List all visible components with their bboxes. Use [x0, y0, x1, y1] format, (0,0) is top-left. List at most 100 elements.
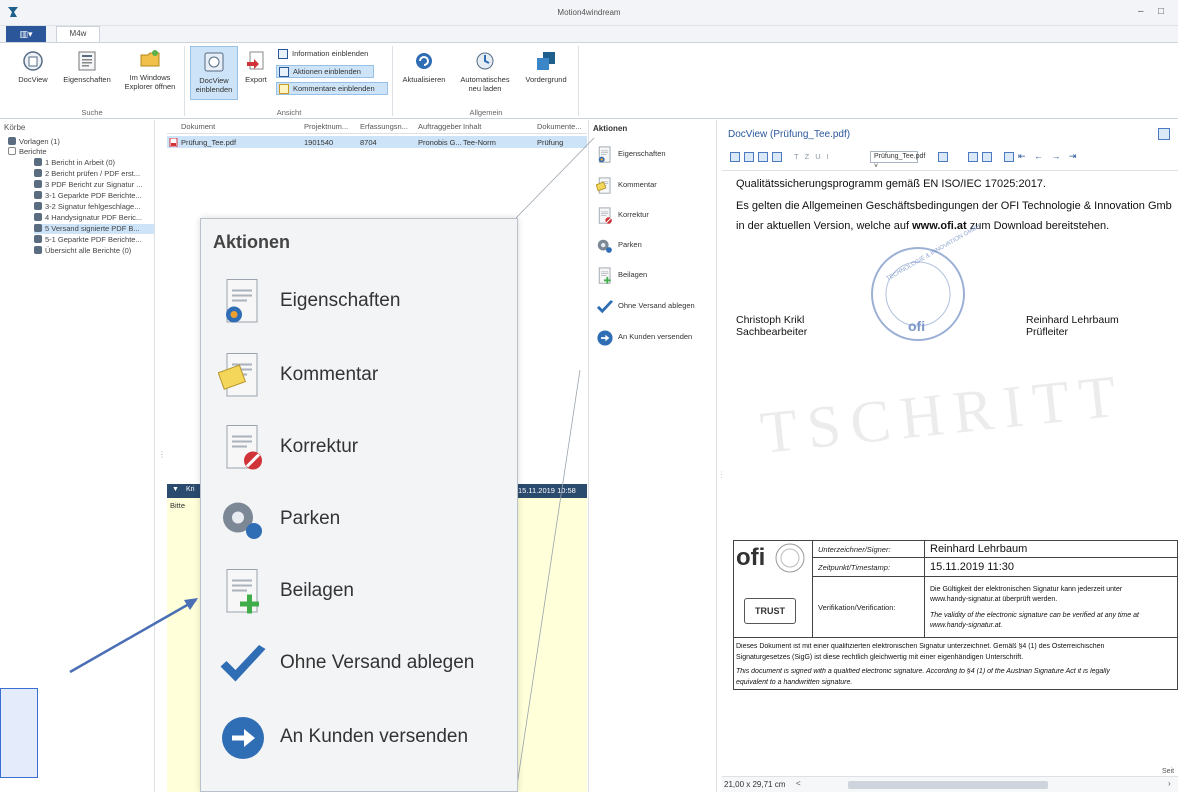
aktion-label: An Kunden versenden	[618, 332, 693, 341]
toolbar-save-button[interactable]	[772, 152, 782, 162]
toolbar-layout2-button[interactable]	[982, 152, 992, 162]
toolbar-text-buttons[interactable]: TZUI	[794, 152, 835, 161]
aktion-beilagen[interactable]: Beilagen	[596, 265, 647, 285]
comment-timestamp: 15.11.2019 10:58	[518, 486, 576, 495]
information-einblenden-label: Information einblenden	[292, 49, 369, 58]
folder-icon	[8, 147, 16, 155]
toolbar-print-button[interactable]	[730, 152, 740, 162]
column-header-projektnummer[interactable]: Projektnum...	[304, 122, 348, 131]
docview-pin-button[interactable]	[1158, 128, 1170, 140]
docview-button[interactable]: DocView	[16, 50, 50, 84]
korbe-item[interactable]: 5-1 Geparkte PDF Berichte...	[34, 235, 154, 245]
korbe-item[interactable]: Übersicht alle Berichte (0)	[34, 246, 154, 256]
automatisches-neu-laden-button[interactable]: Automatisches neu laden	[454, 50, 516, 93]
sig-value-time: 15.11.2019 11:30	[930, 561, 1015, 573]
toolbar-letter[interactable]: Z	[805, 152, 816, 161]
toolbar-letter[interactable]: I	[827, 152, 835, 161]
column-header-auftraggeber[interactable]: Auftraggeber	[418, 122, 461, 131]
comment-icon	[595, 177, 614, 195]
aktion-parken[interactable]: Parken	[596, 235, 642, 255]
korbe-item[interactable]: 2 Bericht prüfen / PDF erst...	[34, 169, 154, 179]
document-select[interactable]: Prüfung_Tee.pdf ˅	[870, 151, 925, 170]
comment-icon	[217, 348, 268, 404]
column-header-dokument[interactable]: Dokument	[181, 122, 215, 131]
refresh-icon	[416, 53, 432, 69]
explorer-label-1: Im Windows	[129, 73, 171, 82]
information-einblenden-button[interactable]: Information einblenden	[276, 48, 382, 61]
basket-icon	[34, 191, 42, 199]
korbe-item-label: 5-1 Geparkte PDF Berichte...	[45, 235, 142, 244]
eigenschaften-button[interactable]: Eigenschaften	[60, 50, 114, 84]
zoom-aktion-label: An Kunden versenden	[280, 726, 469, 747]
horizontal-scrollbar[interactable]	[848, 781, 1048, 789]
properties-sheet-icon	[78, 51, 96, 71]
korbe-item[interactable]: 3 PDF Bericht zur Signatur ...	[34, 180, 154, 190]
cell-erfassungsnummer: 8704	[360, 138, 377, 147]
maximize-button[interactable]: □	[1158, 6, 1164, 17]
pane-splitter[interactable]: ⋮	[158, 450, 166, 459]
export-button[interactable]: Export	[242, 50, 270, 84]
checkmark-icon	[218, 636, 268, 692]
aktion-an-kunden-versenden[interactable]: An Kunden versenden	[596, 327, 692, 347]
korbe-item-label: Berichte	[19, 147, 47, 156]
aktualisieren-button[interactable]: Aktualisieren	[398, 50, 450, 84]
aktion-ohne-versand-ablegen[interactable]: Ohne Versand ablegen	[596, 296, 695, 316]
aktionen-header: Aktionen	[593, 124, 628, 133]
korbe-item[interactable]: Berichte	[8, 147, 154, 157]
pdf-line-3: in der aktuellen Version, welche auf www…	[736, 220, 1109, 232]
toolbar-navigation-icons[interactable]: ⇤ ← → ⇥	[1018, 151, 1080, 162]
aktion-korrektur[interactable]: Korrektur	[596, 205, 649, 225]
sig-verif-de: Die Gültigkeit der elektronischen Signat…	[930, 586, 1123, 593]
minimize-button[interactable]: –	[1138, 6, 1144, 17]
vordergrund-label: Vordergrund	[525, 75, 567, 84]
aktion-label: Parken	[618, 240, 642, 249]
tab-m4w[interactable]: M4w	[56, 26, 100, 42]
column-header-dokumententyp[interactable]: Dokumente...	[537, 122, 582, 131]
vordergrund-button[interactable]: Vordergrund	[520, 50, 572, 84]
zoom-aktion-label: Eigenschaften	[280, 290, 401, 311]
docview-icon	[23, 51, 43, 71]
korbe-item[interactable]: 1 Bericht in Arbeit (0)	[34, 158, 154, 168]
file-menu-button[interactable]: ▥▾	[6, 26, 46, 42]
column-header-erfassungsnummer[interactable]: Erfassungsn...	[360, 122, 408, 131]
toolbar-letter[interactable]: T	[794, 152, 805, 161]
toolbar-page-button[interactable]	[758, 152, 768, 162]
sig-logo-trust: TRUST	[744, 598, 796, 624]
aktion-eigenschaften[interactable]: Eigenschaften	[596, 144, 666, 164]
attachment-icon	[596, 267, 614, 285]
korbe-item[interactable]: 5 Versand signierte PDF B...	[34, 224, 154, 234]
sig-verif-de-2: www.handy-signatur.at überprüft werden.	[930, 596, 1058, 603]
toolbar-view-button[interactable]	[938, 152, 948, 162]
basket-icon	[34, 180, 42, 188]
korbe-item-label: 5 Versand signierte PDF B...	[45, 224, 140, 233]
korbe-item[interactable]: 3-2 Signatur fehlgeschlage...	[34, 202, 154, 212]
docview-einblenden-label-2: einblenden	[195, 85, 233, 94]
docview-einblenden-button[interactable]: DocView einblenden	[190, 46, 238, 100]
column-header-inhalt[interactable]: Inhalt	[463, 122, 481, 131]
korbe-item[interactable]: Vorlagen (1)	[8, 137, 154, 147]
correction-icon	[596, 207, 614, 225]
eigenschaften-label: Eigenschaften	[63, 75, 111, 84]
toolbar-print-preview-button[interactable]	[744, 152, 754, 162]
korbe-item[interactable]: 4 Handysignatur PDF Beric...	[34, 213, 154, 223]
explorer-open-button[interactable]: Im Windows Explorer öffnen	[120, 48, 180, 91]
group-label-allgemein: Allgemein	[469, 108, 503, 117]
toolbar-select-button[interactable]	[1004, 152, 1014, 162]
zoom-aktion-label: Korrektur	[280, 436, 359, 457]
aktionen-einblenden-button[interactable]: Aktionen einblenden	[276, 65, 374, 78]
scroll-right-button[interactable]: ›	[1168, 779, 1171, 788]
docview-title: DocView (Prüfung_Tee.pdf)	[728, 129, 851, 140]
pdf-link[interactable]: www.ofi.at	[912, 220, 967, 232]
basket-icon	[8, 137, 16, 145]
zoom-aktion-label: Parken	[280, 508, 341, 529]
toolbar-letter[interactable]: U	[815, 152, 826, 161]
sig-logo-ofi: ofi	[736, 544, 766, 571]
kommentare-einblenden-button[interactable]: Kommentare einblenden	[276, 82, 388, 95]
korbe-item[interactable]: 3-1 Geparkte PDF Berichte...	[34, 191, 154, 201]
basket-icon	[34, 158, 42, 166]
ribbon-separator	[392, 46, 393, 116]
toolbar-layout-button[interactable]	[968, 152, 978, 162]
aktion-kommentar[interactable]: Kommentar	[595, 175, 657, 195]
properties-icon	[596, 146, 614, 164]
scroll-left-button[interactable]: <	[796, 779, 801, 788]
